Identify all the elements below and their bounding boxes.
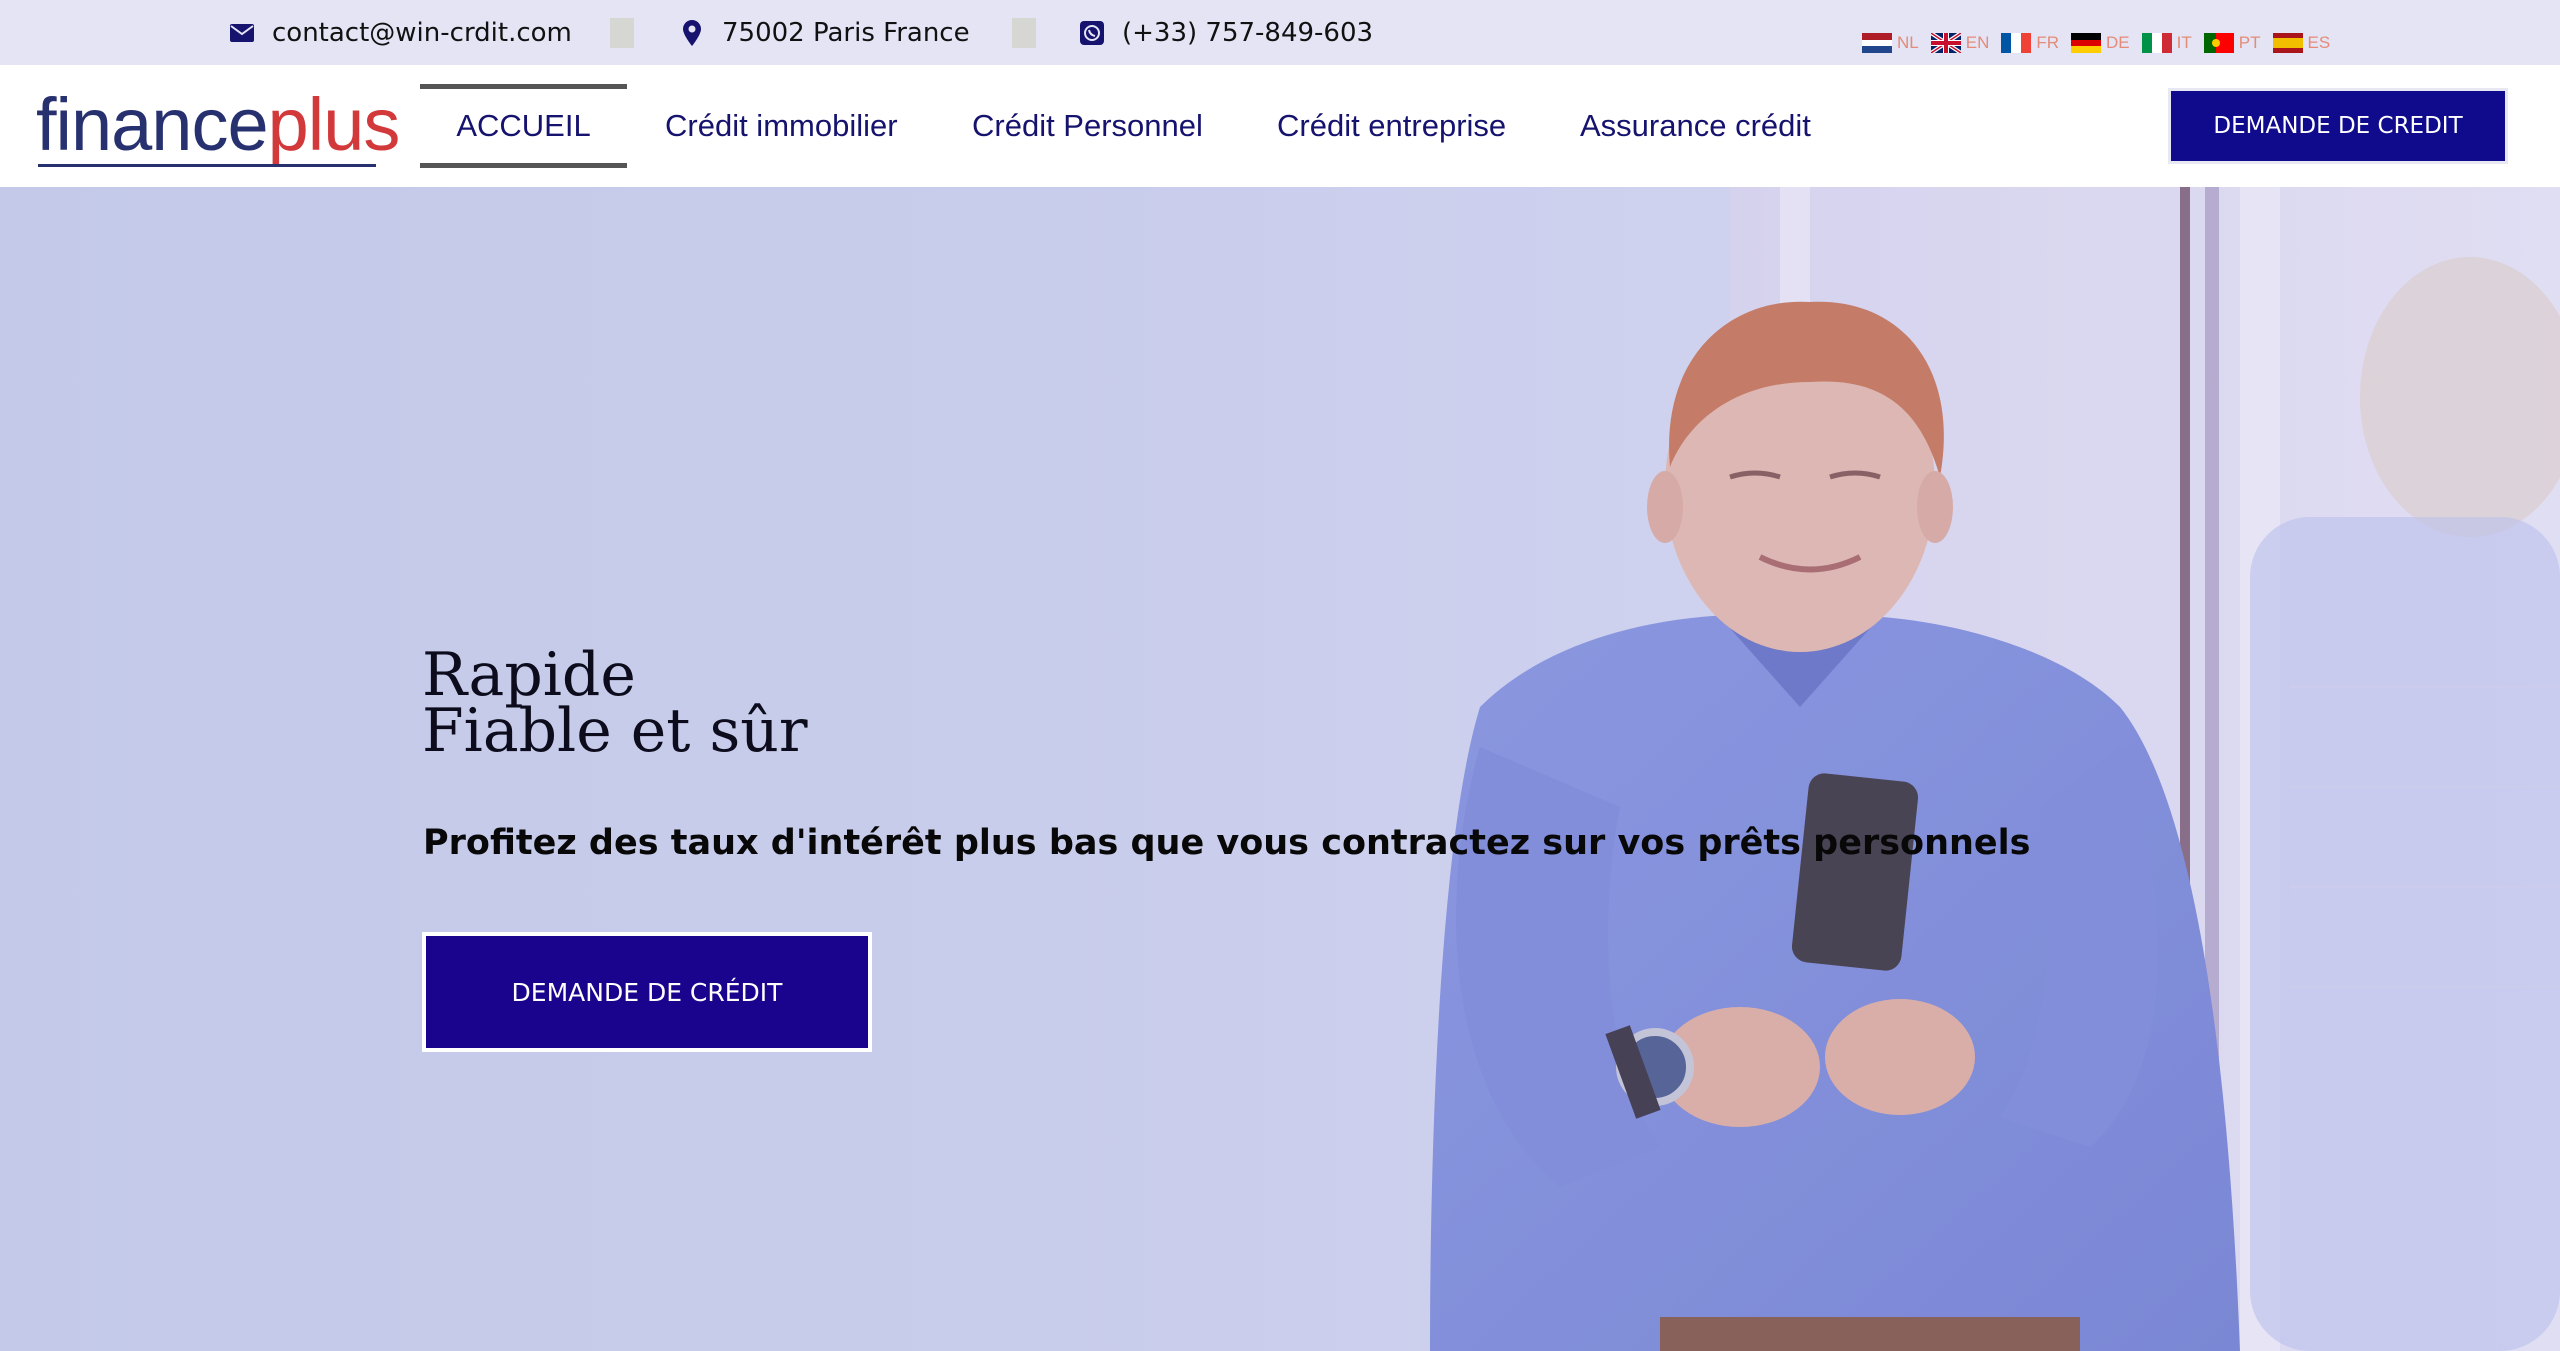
- lang-nl[interactable]: NL: [1862, 33, 1919, 53]
- lang-code: EN: [1965, 33, 1990, 52]
- nav-item-credit-personnel[interactable]: Crédit Personnel: [972, 65, 1203, 187]
- logo-text-finance: finance: [36, 83, 269, 166]
- lang-es[interactable]: ES: [2272, 33, 2331, 53]
- hero-banner: Rapide Fiable et sûr Profitez des taux d…: [0, 187, 2560, 1351]
- envelope-icon: [230, 21, 254, 45]
- contact-topbar: contact@win-crdit.com 75002 Paris France…: [0, 0, 2560, 65]
- flag-en-icon: [1930, 33, 1961, 53]
- lang-code: IT: [2176, 33, 2192, 52]
- hero-title-line2: Fiable et sûr: [422, 696, 808, 766]
- hero-subtitle: Profitez des taux d'intérêt plus bas que…: [423, 823, 2031, 863]
- flag-it-icon: [2141, 33, 2172, 53]
- hero-title-line1: Rapide: [422, 640, 636, 710]
- language-switcher: NL EN FR DE IT PT ES: [1862, 33, 2342, 53]
- phone-text[interactable]: (+33) 757-849-603: [1122, 18, 1373, 48]
- hero-photo: [0, 187, 2560, 1351]
- lang-code: FR: [2036, 33, 2060, 52]
- flag-fr-icon: [2001, 33, 2032, 53]
- lang-it[interactable]: IT: [2141, 33, 2192, 53]
- flag-pt-icon: [2203, 33, 2234, 53]
- lang-en[interactable]: EN: [1930, 33, 1990, 53]
- nav-item-assurance-credit[interactable]: Assurance crédit: [1580, 65, 1811, 187]
- email-contact[interactable]: contact@win-crdit.com: [230, 0, 572, 65]
- lang-code: NL: [1897, 33, 1919, 52]
- site-logo[interactable]: finance plus: [36, 83, 401, 166]
- logo-underline: [38, 164, 376, 167]
- logo-text-plus: plus: [267, 83, 401, 166]
- nav-item-accueil[interactable]: ACCUEIL: [420, 84, 627, 168]
- address-contact: 75002 Paris France: [680, 0, 970, 65]
- nav-item-credit-entreprise[interactable]: Crédit entreprise: [1277, 65, 1506, 187]
- flag-nl-icon: [1862, 33, 1892, 53]
- map-pin-icon: [680, 19, 704, 46]
- lang-code: ES: [2307, 33, 2331, 52]
- nav-item-credit-immobilier[interactable]: Crédit immobilier: [665, 65, 898, 187]
- lang-code: PT: [2238, 33, 2261, 52]
- lang-de[interactable]: DE: [2071, 33, 2130, 53]
- flag-es-icon: [2272, 33, 2303, 53]
- lang-code: DE: [2106, 33, 2130, 52]
- separator: [1012, 18, 1036, 48]
- credit-request-button[interactable]: DEMANDE DE CREDIT: [2168, 88, 2508, 164]
- phone-contact[interactable]: (+33) 757-849-603: [1080, 0, 1373, 65]
- main-header: finance plus ACCUEIL Crédit immobilier Cr…: [0, 65, 2560, 187]
- flag-de-icon: [2071, 33, 2102, 53]
- lang-pt[interactable]: PT: [2203, 33, 2261, 53]
- address-text: 75002 Paris France: [722, 17, 970, 48]
- email-text[interactable]: contact@win-crdit.com: [272, 18, 572, 48]
- lang-fr[interactable]: FR: [2001, 33, 2059, 53]
- whatsapp-icon: [1080, 20, 1104, 45]
- hero-credit-request-button[interactable]: DEMANDE DE CRÉDIT: [422, 932, 872, 1052]
- separator: [610, 18, 634, 48]
- hero-title: Rapide Fiable et sûr: [422, 640, 808, 766]
